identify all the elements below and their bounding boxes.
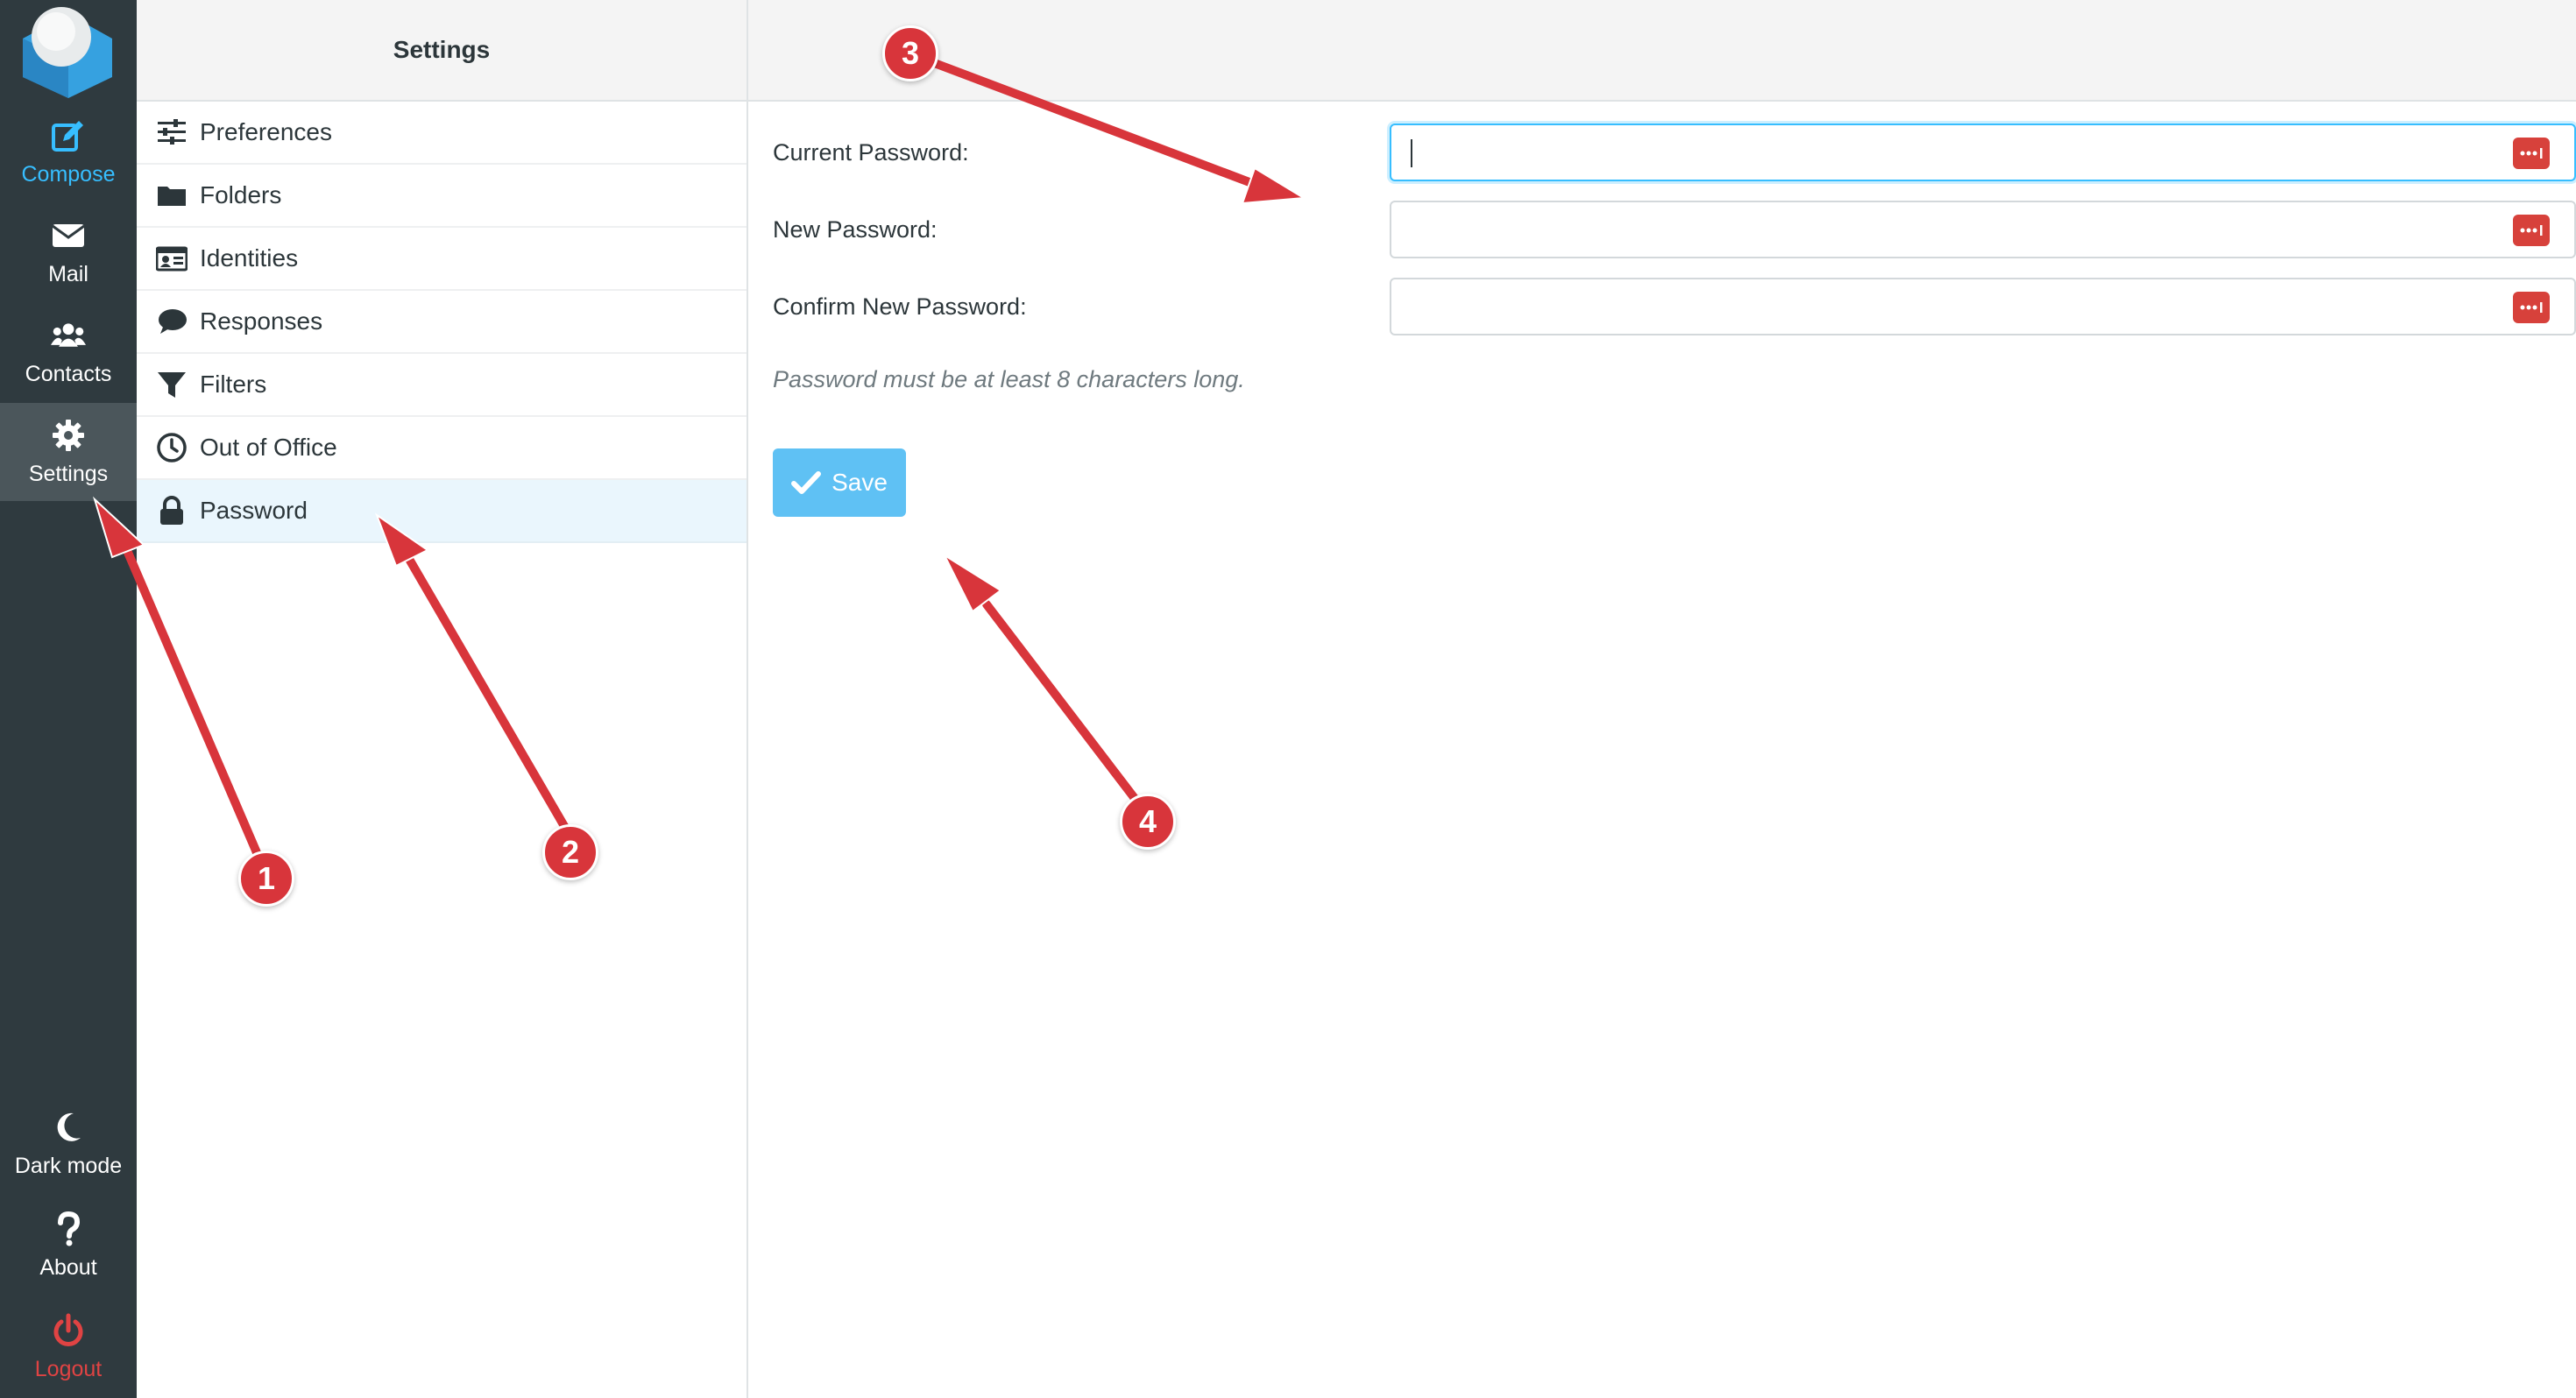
settings-item-label: Folders	[200, 181, 282, 208]
annotation-badge-4: 4	[1120, 794, 1176, 850]
annotation-badge-2: 2	[542, 824, 598, 880]
password-settings-pane: Current Password: New Password: Confirm …	[748, 0, 2576, 1398]
settings-list-header: Settings	[137, 0, 747, 102]
checkmark-icon	[791, 471, 822, 494]
settings-item-label: Out of Office	[200, 434, 337, 461]
filter-icon	[154, 369, 189, 400]
rail-settings-label: Settings	[28, 461, 109, 486]
rail-compose-button[interactable]: Compose	[0, 103, 137, 201]
sliders-icon	[154, 116, 189, 148]
app-sidebar: Compose Mail Contacts Settings Dark mode…	[0, 0, 137, 1398]
contacts-icon	[51, 322, 86, 347]
rail-mail-button[interactable]: Mail	[0, 203, 137, 301]
current-password-label: Current Password:	[773, 139, 969, 166]
settings-item-responses[interactable]: Responses	[137, 291, 747, 354]
annotation-badge-3: 3	[882, 25, 938, 81]
settings-item-identities[interactable]: Identities	[137, 228, 747, 291]
mail-icon	[52, 223, 85, 247]
clock-icon	[154, 432, 189, 463]
lock-icon	[154, 495, 189, 526]
question-icon	[58, 1211, 81, 1246]
settings-item-password[interactable]: Password	[137, 480, 747, 543]
rail-compose-label: Compose	[21, 161, 116, 187]
settings-item-label: Preferences	[200, 118, 332, 145]
content-header	[748, 0, 2576, 102]
moon-icon	[57, 1112, 81, 1141]
rail-contacts-label: Contacts	[25, 361, 112, 386]
settings-item-label: Filters	[200, 371, 267, 398]
settings-item-label: Password	[200, 497, 308, 524]
password-hint: Password must be at least 8 characters l…	[773, 366, 1245, 392]
settings-item-out-of-office[interactable]: Out of Office	[137, 417, 747, 480]
rail-about-button[interactable]: About	[0, 1197, 137, 1295]
settings-item-filters[interactable]: Filters	[137, 354, 747, 417]
new-password-field[interactable]	[1390, 201, 2576, 258]
settings-title: Settings	[393, 36, 491, 63]
rail-settings-button[interactable]: Settings	[0, 403, 137, 501]
confirm-password-input[interactable]	[1405, 286, 2495, 327]
new-password-row: New Password:	[773, 201, 2576, 258]
app-logo-icon[interactable]	[18, 5, 119, 98]
id-card-icon	[154, 243, 189, 274]
settings-item-label: Responses	[200, 307, 323, 335]
rail-logout-button[interactable]: Logout	[0, 1298, 137, 1396]
rail-about-label: About	[39, 1254, 97, 1280]
rail-contacts-button[interactable]: Contacts	[0, 303, 137, 401]
confirm-password-label: Confirm New Password:	[773, 293, 1027, 320]
current-password-row: Current Password:	[773, 124, 2576, 181]
confirm-password-field[interactable]	[1390, 278, 2576, 335]
rail-dark-mode-label: Dark mode	[14, 1153, 123, 1178]
new-password-label: New Password:	[773, 216, 938, 243]
settings-item-folders[interactable]: Folders	[137, 165, 747, 228]
password-manager-icon[interactable]	[2513, 215, 2550, 246]
gear-icon	[53, 419, 84, 451]
annotation-badge-1: 1	[238, 851, 294, 907]
rail-logout-label: Logout	[34, 1356, 103, 1381]
current-password-field[interactable]	[1390, 124, 2576, 181]
password-manager-icon[interactable]	[2513, 292, 2550, 323]
compose-icon	[52, 120, 83, 152]
rail-mail-label: Mail	[48, 261, 88, 286]
password-manager-icon[interactable]	[2513, 138, 2550, 169]
power-icon	[53, 1313, 83, 1346]
rail-dark-mode-button[interactable]: Dark mode	[0, 1095, 137, 1193]
settings-list-panel: Settings Preferences Folders Identities	[137, 0, 748, 1398]
settings-item-preferences[interactable]: Preferences	[137, 102, 747, 165]
new-password-input[interactable]	[1405, 209, 2495, 250]
folder-icon	[154, 180, 189, 211]
confirm-password-row: Confirm New Password:	[773, 278, 2576, 335]
save-button[interactable]: Save	[773, 448, 906, 517]
current-password-input[interactable]	[1405, 132, 2495, 173]
comment-icon	[154, 306, 189, 337]
settings-item-label: Identities	[200, 244, 299, 272]
save-button-label: Save	[832, 469, 888, 496]
text-caret	[1411, 139, 1412, 167]
